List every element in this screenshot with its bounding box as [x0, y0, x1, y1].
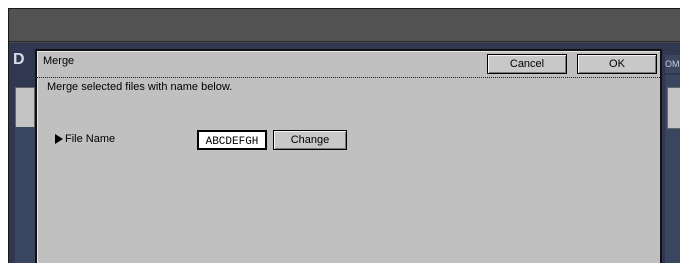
cancel-button[interactable]: Cancel [487, 54, 567, 74]
background-right-strip [665, 75, 680, 263]
background-left-button [15, 87, 35, 129]
dialog-title: Merge [43, 55, 75, 67]
background-right-label: OM [665, 55, 680, 73]
dialog-header: Merge Cancel OK [37, 51, 660, 78]
triangle-right-icon [55, 134, 63, 144]
merge-dialog: Merge Cancel OK Merge selected files wit… [35, 49, 662, 263]
ok-button[interactable]: OK [577, 54, 657, 74]
background-left-strip [15, 127, 35, 263]
dialog-message: Merge selected files with name below. [47, 81, 233, 93]
background-title-letter: D [13, 51, 25, 68]
change-button[interactable]: Change [273, 130, 347, 150]
application-screen: D OM Merge Cancel OK Merge selected file… [8, 8, 680, 263]
file-name-row-label: File Name [55, 133, 115, 145]
background-right-button [667, 87, 680, 129]
file-name-label: File Name [65, 133, 116, 145]
file-name-field[interactable]: ABCDEFGH [197, 130, 267, 150]
top-bar [9, 9, 680, 42]
